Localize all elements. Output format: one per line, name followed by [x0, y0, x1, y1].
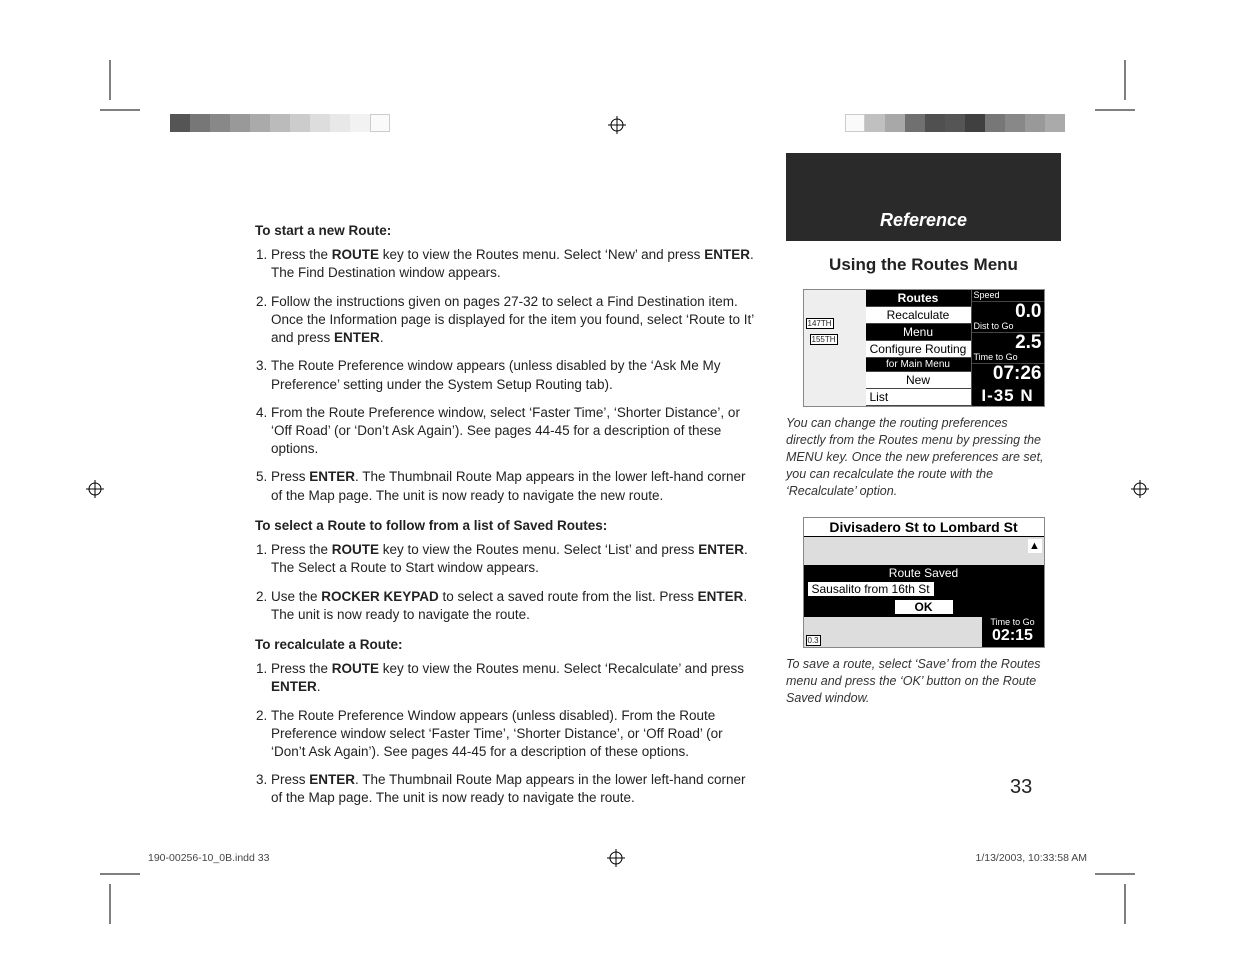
menu-title: Routes	[866, 290, 971, 307]
screenshot-caption: To save a route, select ‘Save’ from the …	[786, 656, 1046, 707]
step: Press ENTER. The Thumbnail Route Map app…	[271, 771, 755, 807]
menu-recalculate: Recalculate	[866, 307, 971, 324]
main-content: To start a new Route: Press the ROUTE ke…	[255, 222, 755, 820]
menu-mainmenu: for Main Menu	[866, 358, 971, 372]
street-label: 147TH	[806, 318, 834, 329]
speed-value: 0.0	[972, 302, 1044, 321]
registration-mark-icon	[86, 480, 104, 498]
steps-recalc-route: Press the ROUTE key to view the Routes m…	[255, 660, 755, 808]
registration-mark-icon	[607, 849, 625, 867]
time-value: 07:26	[972, 364, 1044, 383]
menu-new: New	[866, 372, 971, 389]
dist-label: Dist to Go	[974, 322, 1014, 331]
step: The Route Preference Window appears (unl…	[271, 707, 755, 762]
step: Press ENTER. The Thumbnail Route Map app…	[271, 468, 755, 504]
page-number: 33	[1010, 776, 1032, 799]
screenshot-caption: You can change the routing preferences d…	[786, 415, 1046, 499]
heading-start-route: To start a new Route:	[255, 222, 755, 240]
ok-button: OK	[895, 600, 953, 614]
manual-page: To start a new Route: Press the ROUTE ke…	[0, 0, 1235, 954]
highway-label: I-35 N	[972, 385, 1044, 406]
steps-select-route: Press the ROUTE key to view the Routes m…	[255, 541, 755, 624]
route-from-row: Sausalito from 16th St	[804, 581, 1044, 597]
dist-badge: 0.3	[806, 635, 821, 646]
arrow-icon: ▲	[1028, 539, 1042, 553]
step: Press the ROUTE key to view the Routes m…	[271, 541, 755, 577]
menu-menu: Menu	[866, 324, 971, 341]
time-to-go-value: 02:15	[982, 627, 1044, 645]
time-label: Time to Go	[974, 353, 1018, 362]
step: The Route Preference window appears (unl…	[271, 357, 755, 393]
speed-label: Speed	[974, 291, 1000, 300]
crop-mark-icon	[80, 60, 140, 120]
menu-configure: Configure Routing	[866, 341, 971, 358]
color-bar-icon	[170, 114, 390, 132]
crop-mark-icon	[1095, 60, 1155, 120]
footer-timestamp: 1/13/2003, 10:33:58 AM	[975, 852, 1087, 864]
step: Press the ROUTE key to view the Routes m…	[271, 246, 755, 282]
time-to-go-label: Time to Go	[982, 617, 1044, 627]
map-strip: ▲	[804, 537, 1044, 565]
street-label: 155TH	[810, 334, 838, 345]
dist-value: 2.5	[972, 333, 1044, 352]
menu-panel: Routes Recalculate Menu Configure Routin…	[866, 290, 972, 406]
map-thumbnail: 0.3	[804, 617, 982, 647]
reference-header: Reference	[786, 153, 1061, 241]
crop-mark-icon	[80, 864, 140, 924]
stats-panel: Speed 0.0 Dist to Go 2.5 Time to Go 07:2…	[972, 290, 1044, 406]
steps-start-route: Press the ROUTE key to view the Routes m…	[255, 246, 755, 505]
crop-mark-icon	[1095, 864, 1155, 924]
heading-select-route: To select a Route to follow from a list …	[255, 517, 755, 535]
footer-filename: 190-00256-10_0B.indd 33	[148, 852, 269, 864]
menu-list: List	[866, 389, 971, 406]
step: Follow the instructions given on pages 2…	[271, 293, 755, 348]
time-panel: Time to Go 02:15	[982, 617, 1044, 647]
color-bar-icon	[845, 114, 1065, 132]
device-screenshot-route-saved: Divisadero St to Lombard St ▲ Route Save…	[803, 517, 1045, 648]
step: Press the ROUTE key to view the Routes m…	[271, 660, 755, 696]
heading-recalc-route: To recalculate a Route:	[255, 636, 755, 654]
ok-row: OK	[804, 597, 1044, 617]
step: Use the ROCKER KEYPAD to select a saved …	[271, 588, 755, 624]
registration-mark-icon	[608, 116, 626, 134]
step: From the Route Preference window, select…	[271, 404, 755, 459]
route-saved-row: Route Saved	[804, 565, 1044, 581]
registration-mark-icon	[1131, 480, 1149, 498]
reference-sidebar: Reference Using the Routes Menu 147TH 15…	[786, 153, 1061, 725]
device-screenshot-routes-menu: 147TH 155TH Routes Recalculate Menu Conf…	[803, 289, 1045, 407]
route-title: Divisadero St to Lombard St	[804, 518, 1044, 537]
reference-subtitle: Using the Routes Menu	[786, 255, 1061, 275]
